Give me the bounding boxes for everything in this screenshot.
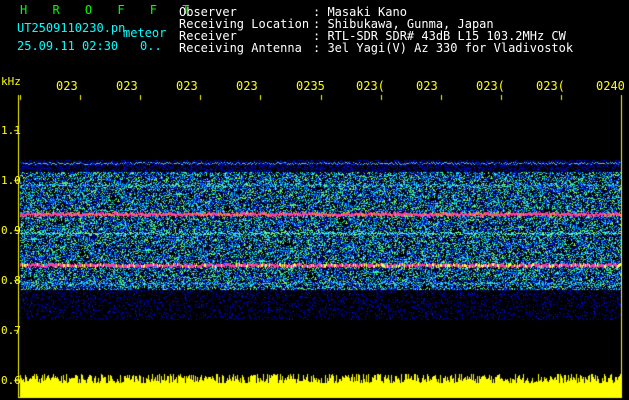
x-tick-5: 0235 bbox=[296, 79, 325, 93]
y-tick-0-6: 0.6 bbox=[1, 374, 21, 387]
y-tick-1-1: 1.1 bbox=[1, 124, 21, 137]
timestamp-extra: 0.. bbox=[140, 39, 162, 53]
x-tick-6: 023( bbox=[356, 79, 385, 93]
label-antenna: Receiving Antenna bbox=[179, 41, 302, 55]
value-antenna: : 3el Yagi(V) Az 330 for Vladivostok bbox=[313, 41, 574, 55]
y-tick-0-7: 0.7 bbox=[1, 324, 21, 337]
x-tick-7: 023 bbox=[416, 79, 438, 93]
app-logo: H R O F F T bbox=[20, 3, 199, 17]
x-tick-4: 023 bbox=[236, 79, 258, 93]
x-tick-9: 023( bbox=[536, 79, 565, 93]
filename-suffix: meteor bbox=[123, 26, 167, 40]
y-tick-1-0: 1.0 bbox=[1, 174, 21, 187]
x-tick-10: 0240 bbox=[596, 79, 625, 93]
y-unit-label: kHz bbox=[1, 75, 21, 88]
x-tick-3: 023 bbox=[176, 79, 198, 93]
spectrogram-canvas bbox=[0, 0, 629, 400]
y-tick-0-9: 0.9 bbox=[1, 224, 21, 237]
timestamp: 25.09.11 02:30 bbox=[17, 39, 119, 53]
y-tick-0-8: 0.8 bbox=[1, 274, 21, 287]
x-tick-8: 023( bbox=[476, 79, 505, 93]
x-tick-2: 023 bbox=[116, 79, 138, 93]
x-tick-1: 023 bbox=[56, 79, 78, 93]
filename: UT2509110230.pn bbox=[17, 21, 126, 35]
